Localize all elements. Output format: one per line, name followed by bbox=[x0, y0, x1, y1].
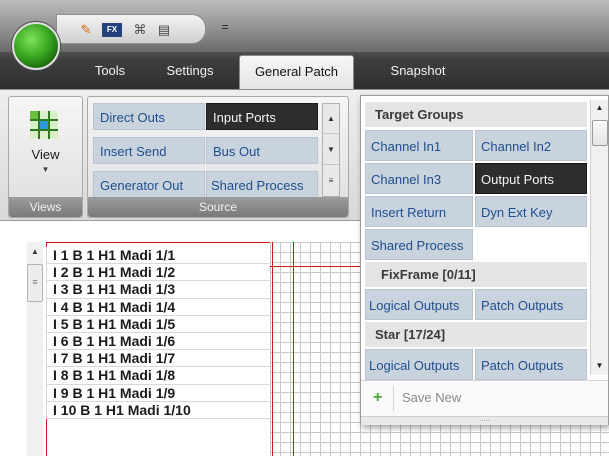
target-shared-process[interactable]: Shared Process bbox=[365, 229, 473, 260]
fixframe-header: FixFrame [0/11] bbox=[365, 262, 587, 287]
tab-settings[interactable]: Settings bbox=[154, 58, 226, 84]
source-bus-out[interactable]: Bus Out bbox=[206, 137, 318, 164]
popup-scrollbar[interactable]: ▲ ▼ bbox=[590, 100, 608, 375]
port-row[interactable]: I 9 B 1 H1 Madi 1/9 bbox=[46, 384, 270, 402]
chevron-down-icon: ▼ bbox=[41, 165, 50, 174]
application-orb-button[interactable] bbox=[12, 22, 60, 70]
qat-customize-dropdown[interactable]: = bbox=[218, 17, 232, 37]
target-channel-in2[interactable]: Channel In2 bbox=[475, 130, 587, 161]
source-direct-outs[interactable]: Direct Outs bbox=[93, 103, 205, 130]
resize-grip-icon[interactable]: ..... bbox=[361, 416, 608, 425]
patch-line-vertical bbox=[293, 242, 294, 456]
port-list: I 1 B 1 H1 Madi 1/1 I 2 B 1 H1 Madi 1/2 … bbox=[46, 247, 270, 419]
source-insert-send[interactable]: Insert Send bbox=[93, 137, 205, 164]
port-row[interactable]: I 10 B 1 H1 Madi 1/10 bbox=[46, 401, 270, 419]
source-generator-out[interactable]: Generator Out bbox=[93, 171, 205, 198]
tab-tools[interactable]: Tools bbox=[80, 58, 140, 84]
quick-access-toolbar: ✎ FX ⌘ ▤ bbox=[56, 14, 206, 44]
target-output-ports[interactable]: Output Ports bbox=[475, 163, 587, 194]
gallery-scrollbar[interactable]: ▲ ▼ ≡ bbox=[322, 103, 340, 197]
tab-snapshot[interactable]: Snapshot bbox=[376, 58, 460, 84]
port-list-scrollbar[interactable]: ▲ ≡ bbox=[27, 242, 43, 456]
port-row[interactable]: I 8 B 1 H1 Madi 1/8 bbox=[46, 367, 270, 385]
star-logical-outputs[interactable]: Logical Outputs bbox=[365, 349, 473, 380]
scroll-up-icon[interactable]: ▲ bbox=[27, 244, 43, 260]
port-row[interactable]: I 3 B 1 H1 Madi 1/3 bbox=[46, 281, 270, 299]
port-row[interactable]: I 4 B 1 H1 Madi 1/4 bbox=[46, 298, 270, 316]
target-groups-popup: Target Groups Channel In1 Channel In2 Ch… bbox=[360, 95, 609, 425]
source-group: Direct Outs Input Ports Insert Send Bus … bbox=[87, 96, 349, 218]
binoculars-icon[interactable]: ⌘ bbox=[131, 21, 149, 39]
fixframe-logical-outputs[interactable]: Logical Outputs bbox=[365, 289, 473, 320]
target-channel-in3[interactable]: Channel In3 bbox=[365, 163, 473, 194]
port-row[interactable]: I 2 B 1 H1 Madi 1/2 bbox=[46, 264, 270, 282]
fixframe-patch-outputs[interactable]: Patch Outputs bbox=[475, 289, 587, 320]
port-row[interactable]: I 6 B 1 H1 Madi 1/6 bbox=[46, 332, 270, 351]
view-button[interactable]: View ▼ bbox=[17, 103, 74, 189]
source-group-label: Source bbox=[88, 197, 348, 217]
popup-scroll-thumb[interactable] bbox=[592, 120, 608, 146]
scroll-up-icon[interactable]: ▲ bbox=[591, 100, 608, 116]
patch-line-horizontal bbox=[270, 266, 362, 267]
tools-icon[interactable]: ✎ bbox=[77, 21, 95, 39]
port-row[interactable]: I 5 B 1 H1 Madi 1/5 bbox=[46, 315, 270, 333]
scroll-down-icon[interactable]: ▼ bbox=[591, 358, 608, 374]
target-dyn-ext-key[interactable]: Dyn Ext Key bbox=[475, 196, 587, 227]
gallery-down-icon[interactable]: ▼ bbox=[323, 135, 339, 165]
scroll-thumb[interactable]: ≡ bbox=[27, 264, 43, 302]
star-patch-outputs[interactable]: Patch Outputs bbox=[475, 349, 587, 380]
grid-view-icon bbox=[30, 111, 58, 139]
view-button-label: View bbox=[31, 147, 60, 162]
port-row[interactable]: I 7 B 1 H1 Madi 1/7 bbox=[46, 350, 270, 368]
tab-general-patch[interactable]: General Patch bbox=[239, 55, 354, 90]
gallery-expand-icon[interactable]: ≡ bbox=[323, 166, 339, 196]
popup-footer: + Save New bbox=[361, 380, 608, 416]
patch-line-vertical bbox=[272, 242, 273, 456]
clipboard-icon[interactable]: ▤ bbox=[155, 21, 173, 39]
target-insert-return[interactable]: Insert Return bbox=[365, 196, 473, 227]
save-new-button[interactable]: Save New bbox=[393, 385, 513, 411]
views-group-label: Views bbox=[9, 197, 82, 217]
views-group: View ▼ Views bbox=[8, 96, 83, 218]
source-gallery: Direct Outs Input Ports Insert Send Bus … bbox=[93, 101, 347, 198]
target-groups-list: Target Groups Channel In1 Channel In2 Ch… bbox=[365, 100, 587, 380]
gallery-up-icon[interactable]: ▲ bbox=[323, 104, 339, 134]
plus-icon[interactable]: + bbox=[373, 389, 387, 407]
fx-icon[interactable]: FX bbox=[102, 23, 122, 37]
target-groups-header: Target Groups bbox=[365, 102, 587, 127]
source-shared-process[interactable]: Shared Process bbox=[206, 171, 318, 198]
port-row[interactable]: I 1 B 1 H1 Madi 1/1 bbox=[46, 247, 270, 265]
star-header: Star [17/24] bbox=[365, 322, 587, 347]
target-channel-in1[interactable]: Channel In1 bbox=[365, 130, 473, 161]
source-input-ports[interactable]: Input Ports bbox=[206, 103, 318, 130]
